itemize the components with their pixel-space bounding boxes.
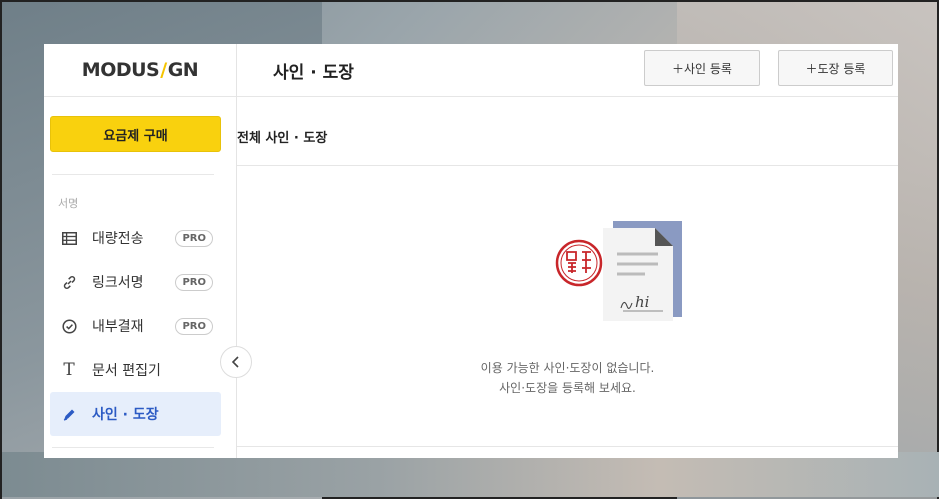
empty-illustration: hi: [555, 221, 682, 321]
content-divider: [237, 446, 898, 447]
sidebar-item-label: 사인 · 도장: [92, 407, 159, 423]
add-sign-button[interactable]: ＋사인 등록: [644, 50, 760, 86]
empty-message: 이용 가능한 사인·도장이 없습니다. 사인·도장을 등록해 보세요.: [237, 358, 898, 398]
empty-message-line1: 이용 가능한 사인·도장이 없습니다.: [480, 361, 655, 375]
sidebar-item-sign-seal[interactable]: 사인 · 도장: [50, 392, 221, 436]
table-icon: [60, 229, 78, 247]
page-title: 사인 · 도장: [273, 63, 354, 83]
sidebar-item-document-editor[interactable]: T 문서 편집기: [50, 348, 221, 392]
section-label-signature: 서명: [58, 197, 79, 210]
logo-slash: /: [160, 59, 167, 81]
empty-message-line2: 사인·도장을 등록해 보세요.: [499, 381, 636, 395]
sidebar-item-label: 링크서명: [92, 275, 144, 291]
add-seal-button[interactable]: ＋도장 등록: [778, 50, 893, 86]
check-circle-icon: [60, 317, 78, 335]
sidebar-item-label: 대량전송: [92, 231, 144, 247]
sidebar-collapse-button[interactable]: [220, 346, 252, 378]
top-bar: 사인 · 도장 ＋사인 등록 ＋도장 등록: [237, 44, 898, 97]
pen-icon: [60, 405, 78, 423]
sidebar-item-label: 내부결재: [92, 319, 144, 335]
sidebar-divider: [52, 174, 214, 175]
main-content: 사인 · 도장 ＋사인 등록 ＋도장 등록 전체 사인 · 도장 hi 이용 가…: [237, 44, 898, 458]
plan-purchase-button[interactable]: 요금제 구매: [50, 116, 221, 152]
sidebar-item-label: 문서 편집기: [92, 363, 161, 379]
logo-right: GN: [167, 59, 199, 81]
empty-state: hi 이용 가능한 사인·도장이 없습니다. 사인·도장을 등록해 보세요.: [237, 166, 898, 446]
pro-badge: PRO: [175, 273, 213, 291]
list-header-label: 전체 사인 · 도장: [237, 130, 328, 146]
sidebar: MODUS / GN 요금제 구매 서명 대량전송 PRO 링크서명 PRO 내부결…: [44, 44, 237, 458]
logo[interactable]: MODUS / GN: [44, 44, 236, 97]
sidebar-item-bulk-send[interactable]: 대량전송 PRO: [50, 216, 221, 260]
text-icon: T: [63, 360, 75, 380]
pro-badge: PRO: [175, 317, 213, 335]
pro-badge: PRO: [175, 229, 213, 247]
link-icon: [60, 273, 78, 291]
list-header: 전체 사인 · 도장: [237, 97, 898, 166]
chevron-left-icon: [231, 356, 239, 368]
logo-left: MODUS: [81, 59, 160, 81]
app-window: MODUS / GN 요금제 구매 서명 대량전송 PRO 링크서명 PRO 내부결…: [44, 44, 898, 458]
sidebar-divider: [52, 447, 214, 448]
sidebar-item-internal-approval[interactable]: 내부결재 PRO: [50, 304, 221, 348]
sidebar-item-link-sign[interactable]: 링크서명 PRO: [50, 260, 221, 304]
background-bottom: [2, 452, 939, 497]
signature-text: hi: [635, 293, 650, 311]
